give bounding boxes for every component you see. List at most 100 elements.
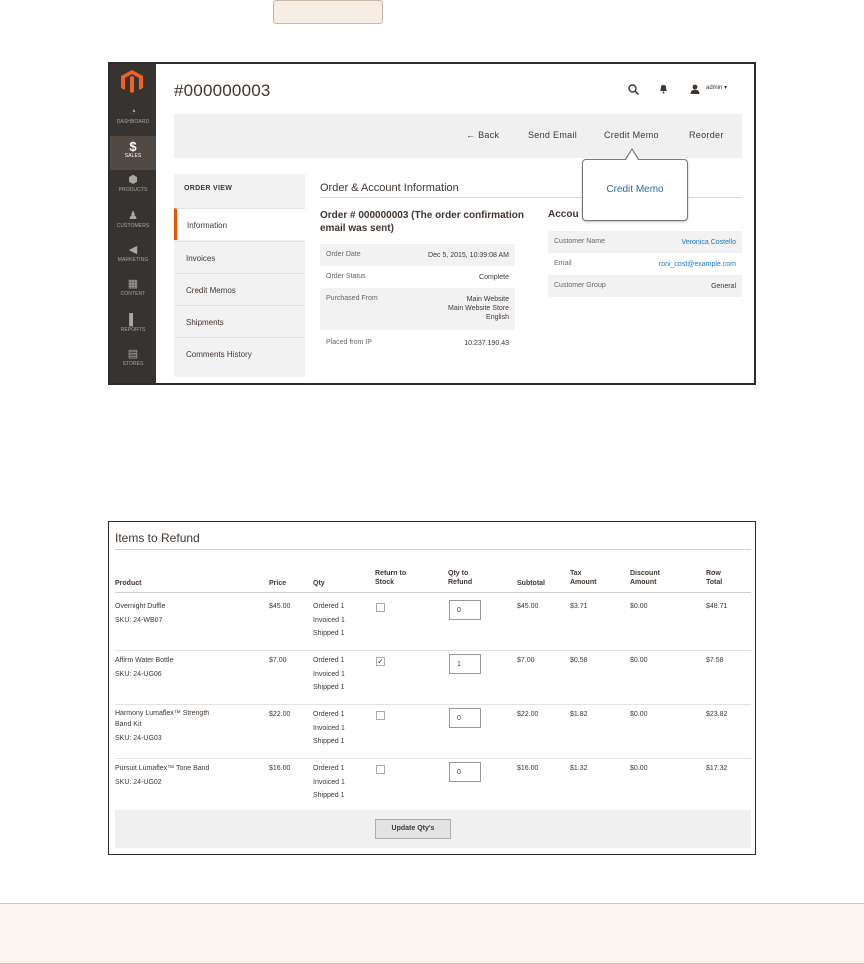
order-view-heading: ORDER VIEW (174, 174, 305, 208)
qty-to-refund-input[interactable]: 0 (449, 708, 481, 728)
return-to-stock-checkbox[interactable] (376, 603, 385, 612)
customer-name-link[interactable]: Veronica Costello (682, 238, 736, 247)
tax-amount: $3.71 (570, 603, 588, 610)
info-row-purchased-from: Purchased From Main Website Main Website… (320, 288, 515, 330)
sidebar-item-dashboard[interactable]: ◔ DASHBOARD (110, 102, 156, 136)
sidebar-item-customers[interactable]: ♟ CUSTOMERS (110, 206, 156, 240)
sidebar-item-products[interactable]: ⬢ PRODUCTS (110, 170, 156, 204)
search-icon[interactable] (628, 84, 640, 98)
info-row-order-date: Order Date Dec 5, 2015, 10:39:08 AM (320, 244, 515, 266)
sidebar-item-stores[interactable]: ▤ STORES (110, 344, 156, 378)
credit-memo-button[interactable]: Credit Memo (604, 130, 659, 140)
product-name: Harmony Lumaflex™ Strength Band Kit (115, 710, 210, 728)
sidebar-item-label: CONTENT (120, 291, 146, 297)
price: $16.00 (269, 765, 291, 772)
order-view-screenshot: #000000003 admin ▾ ← Back Send Email Cre… (108, 62, 756, 385)
qty-status: Ordered 1 Invoiced 1 Shipped 1 (313, 603, 345, 637)
page-title: #000000003 (174, 81, 271, 100)
header-tax-amount: Tax Amount (570, 570, 597, 586)
callout-text: Credit Memo (606, 184, 664, 195)
info-value: Dec 5, 2015, 10:39:08 AM (428, 252, 509, 259)
account-row-customer-group: Customer Group General (548, 275, 742, 297)
row-divider (115, 650, 751, 651)
magento-logo-icon[interactable] (121, 70, 143, 94)
tab-invoices[interactable]: Invoices (174, 241, 305, 273)
update-qtys-button[interactable]: Update Qty's (375, 819, 451, 839)
sidebar-item-label: DASHBOARD (116, 119, 150, 125)
tax-amount: $1.82 (570, 711, 588, 718)
back-button[interactable]: ← Back (466, 130, 499, 140)
return-to-stock-checkbox[interactable] (376, 711, 385, 720)
row-total: $48.71 (706, 603, 728, 610)
row-total: $17.32 (706, 765, 728, 772)
title-divider (115, 549, 751, 550)
tab-comments-history[interactable]: Comments History (174, 337, 305, 369)
dashboard-icon: ◔ (129, 106, 137, 118)
tax-amount: $1.32 (570, 765, 588, 772)
qty-status: Ordered 1 Invoiced 1 Shipped 1 (313, 711, 345, 745)
tab-shipments[interactable]: Shipments (174, 305, 305, 337)
product-name: Affirm Water Bottle (115, 657, 174, 664)
admin-username: admin (706, 85, 723, 91)
row-divider (115, 704, 751, 705)
sidebar-item-label: SALES (124, 153, 142, 159)
admin-user-menu[interactable]: admin ▾ (706, 84, 727, 91)
order-view-tabs: ORDER VIEW Information Invoices Credit M… (174, 174, 305, 377)
checkmark-icon: ✓ (377, 657, 384, 666)
tab-credit-memos[interactable]: Credit Memos (174, 273, 305, 305)
info-label: Placed from IP (326, 339, 372, 346)
subtotal: $22.00 (517, 711, 539, 718)
account-heading: Accou (548, 209, 579, 220)
sidebar-item-reports[interactable]: ▌ REPORTS (110, 310, 156, 344)
cube-icon: ⬢ (128, 174, 138, 186)
price: $7.00 (269, 657, 287, 664)
product-name: Overnight Duffle (115, 603, 166, 610)
return-to-stock-checkbox[interactable] (376, 765, 385, 774)
header-return-to-stock: Return to Stock (375, 570, 407, 586)
send-email-button[interactable]: Send Email (528, 130, 577, 140)
product-sku: SKU: 24-UG06 (115, 671, 162, 678)
qty-to-refund-input[interactable]: 0 (449, 762, 481, 782)
row-total: $23.82 (706, 711, 728, 718)
account-row-customer-name: Customer Name Veronica Costello (548, 231, 742, 253)
row-total: $7.58 (706, 657, 724, 664)
sidebar-item-sales[interactable]: $ SALES (110, 136, 156, 170)
sidebar-item-label: CUSTOMERS (116, 223, 150, 229)
header-discount-amount: Discount Amount (630, 570, 660, 586)
header-price: Price (269, 580, 287, 587)
top-button[interactable] (273, 0, 383, 24)
qty-to-refund-input[interactable]: 0 (449, 600, 481, 620)
sidebar-item-content[interactable]: ▦ CONTENT (110, 274, 156, 308)
discount-amount: $0.00 (630, 765, 648, 772)
email-link[interactable]: roni_cost@example.com (659, 260, 736, 269)
tax-amount: $0.58 (570, 657, 588, 664)
qty-to-refund-input[interactable]: 1 (449, 654, 481, 674)
person-icon: ♟ (128, 210, 138, 222)
subtotal: $16.00 (517, 765, 539, 772)
info-value: Main Website Main Website Store English (448, 296, 509, 321)
discount-amount: $0.00 (630, 603, 648, 610)
subtotal: $7.00 (517, 657, 535, 664)
sidebar-item-label: MARKETING (117, 257, 149, 263)
product-sku: SKU: 24-UG02 (115, 779, 162, 786)
product-sku: SKU: 24-WB07 (115, 617, 163, 624)
bell-icon[interactable] (659, 84, 668, 97)
header-qty: Qty (313, 580, 325, 587)
header-qty-to-refund: Qty to Refund (448, 570, 473, 586)
sidebar-item-label: REPORTS (120, 327, 146, 333)
header-subtotal: Subtotal (517, 580, 545, 587)
qty-status: Ordered 1 Invoiced 1 Shipped 1 (313, 657, 345, 691)
header-divider (115, 592, 751, 593)
bottom-panel (0, 903, 864, 964)
return-to-stock-checkbox-checked[interactable]: ✓ (376, 657, 385, 666)
account-label: Customer Group (554, 282, 606, 289)
account-label: Email (554, 260, 572, 267)
header-product: Product (115, 580, 142, 587)
user-icon[interactable] (690, 84, 700, 97)
info-label: Order Date (326, 251, 361, 258)
reorder-button[interactable]: Reorder (689, 130, 724, 140)
info-value: 10.237.190.43 (464, 340, 509, 347)
order-heading: Order # 000000003 (The order confirmatio… (320, 210, 524, 234)
tab-information[interactable]: Information (174, 208, 305, 240)
sidebar-item-marketing[interactable]: ◀ MARKETING (110, 240, 156, 274)
